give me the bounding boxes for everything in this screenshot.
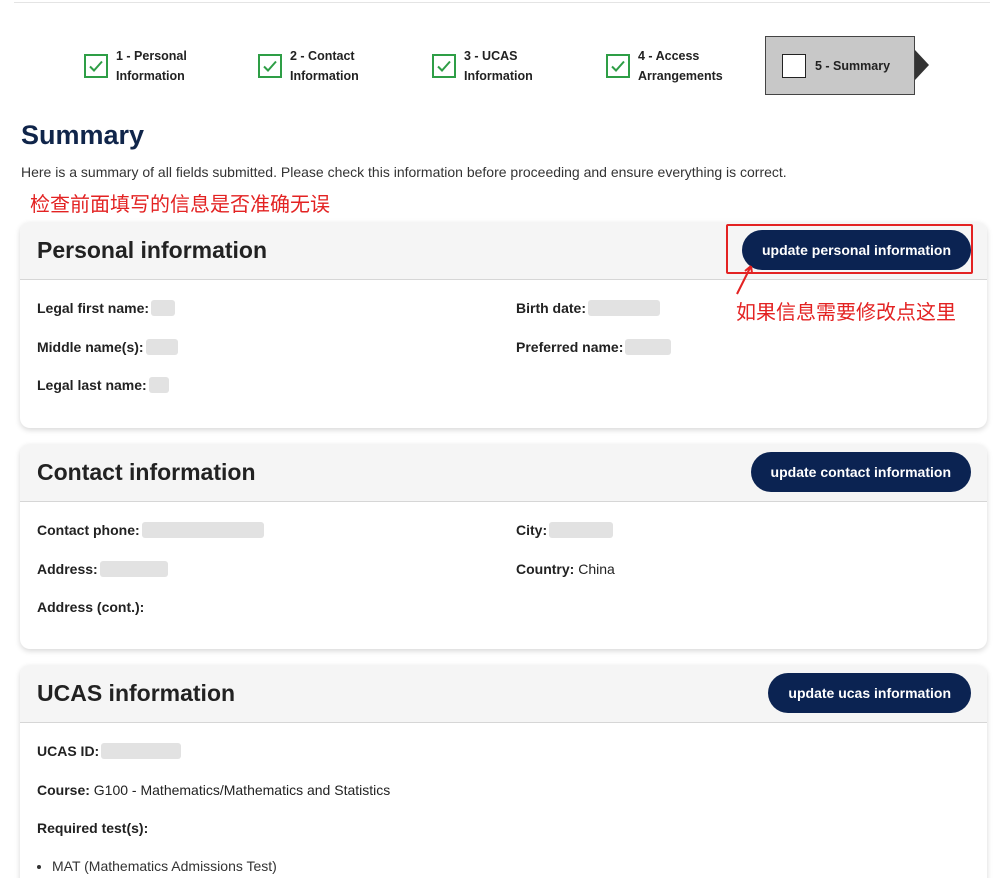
field-label: Required test(s): — [37, 820, 149, 836]
card-title: UCAS information — [37, 680, 236, 706]
field-label: Middle name(s): — [37, 339, 144, 355]
annotation-arrow-icon — [736, 265, 753, 295]
country-field: Country: China — [516, 561, 615, 577]
field-label: Legal last name: — [37, 377, 147, 393]
required-tests-list: MAT (Mathematics Admissions Test) — [52, 858, 277, 874]
field-value: China — [578, 561, 615, 577]
field-label: City: — [516, 522, 548, 538]
field-label: Course: — [37, 782, 90, 798]
checkmark-icon — [432, 54, 456, 78]
page-title: Summary — [21, 120, 145, 150]
step-pointer-arrow — [915, 50, 929, 80]
field-label: Preferred name: — [516, 339, 624, 355]
step-label: 3 - UCAS Information — [464, 49, 533, 83]
ucas-id-field: UCAS ID: — [37, 743, 182, 759]
field-label: Address (cont.): — [37, 599, 145, 615]
redacted-value — [101, 743, 182, 759]
update-ucas-information-button[interactable]: update ucas information — [768, 673, 971, 713]
step-label: 2 - Contact Information — [290, 49, 359, 83]
card-title: Personal information — [37, 237, 268, 263]
step-summary[interactable]: 5 - Summary — [765, 36, 915, 95]
course-field: Course: G100 - Mathematics/Mathematics a… — [37, 782, 390, 798]
contact-information-card: Contact information update contact infor… — [20, 444, 987, 649]
required-tests-field: Required test(s): — [37, 820, 148, 836]
legal-first-name-field: Legal first name: — [37, 300, 176, 316]
card-title: Contact information — [37, 459, 256, 485]
annotation-highlight-box — [726, 224, 973, 274]
checkmark-icon — [606, 54, 630, 78]
list-item: MAT (Mathematics Admissions Test) — [52, 858, 277, 874]
preferred-name-field: Preferred name: — [516, 339, 672, 355]
field-label: UCAS ID: — [37, 743, 100, 759]
checkmark-icon — [258, 54, 282, 78]
step-access-arrangements[interactable]: 4 - Access Arrangements — [606, 44, 738, 88]
field-label: Legal first name: — [37, 300, 150, 316]
field-label: Contact phone: — [37, 522, 140, 538]
field-label: Country: — [516, 561, 575, 577]
page-intro: Here is a summary of all fields submitte… — [21, 164, 787, 180]
contact-phone-field: Contact phone: — [37, 522, 264, 538]
middle-names-field: Middle name(s): — [37, 339, 178, 355]
step-label: 4 - Access Arrangements — [638, 49, 723, 83]
redacted-value — [148, 377, 169, 393]
update-contact-information-button[interactable]: update contact information — [750, 452, 971, 492]
field-label: Address: — [37, 561, 98, 577]
card-header: Contact information update contact infor… — [20, 444, 987, 502]
redacted-value — [625, 339, 672, 355]
redacted-value — [549, 522, 614, 538]
redacted-value — [141, 522, 264, 538]
step-personal-information[interactable]: 1 - Personal Information — [84, 44, 216, 88]
field-value: G100 - Mathematics/Mathematics and Stati… — [93, 782, 391, 798]
redacted-value — [588, 300, 660, 316]
redacted-value — [145, 339, 178, 355]
checkmark-icon — [84, 54, 108, 78]
card-header: UCAS information update ucas information — [20, 665, 987, 723]
ucas-information-card: UCAS information update ucas information… — [20, 665, 987, 878]
address-field: Address: — [37, 561, 168, 577]
redacted-value — [99, 561, 168, 577]
annotation-edit-note: 如果信息需要修改点这里 — [736, 300, 956, 324]
top-divider — [14, 2, 990, 3]
progress-stepper: 1 - Personal Information 2 - Contact Inf… — [0, 36, 995, 96]
city-field: City: — [516, 522, 614, 538]
step-contact-information[interactable]: 2 - Contact Information — [258, 44, 390, 88]
step-ucas-information[interactable]: 3 - UCAS Information — [432, 44, 564, 88]
address-cont-field: Address (cont.): — [37, 599, 144, 615]
empty-checkbox-icon — [782, 53, 806, 78]
field-label: Birth date: — [516, 300, 586, 316]
legal-last-name-field: Legal last name: — [37, 377, 169, 393]
step-label: 1 - Personal Information — [116, 49, 187, 83]
annotation-check-note: 检查前面填写的信息是否准确无误 — [30, 192, 330, 216]
redacted-value — [151, 300, 176, 316]
step-label: 5 - Summary — [815, 58, 891, 73]
birth-date-field: Birth date: — [516, 300, 660, 316]
